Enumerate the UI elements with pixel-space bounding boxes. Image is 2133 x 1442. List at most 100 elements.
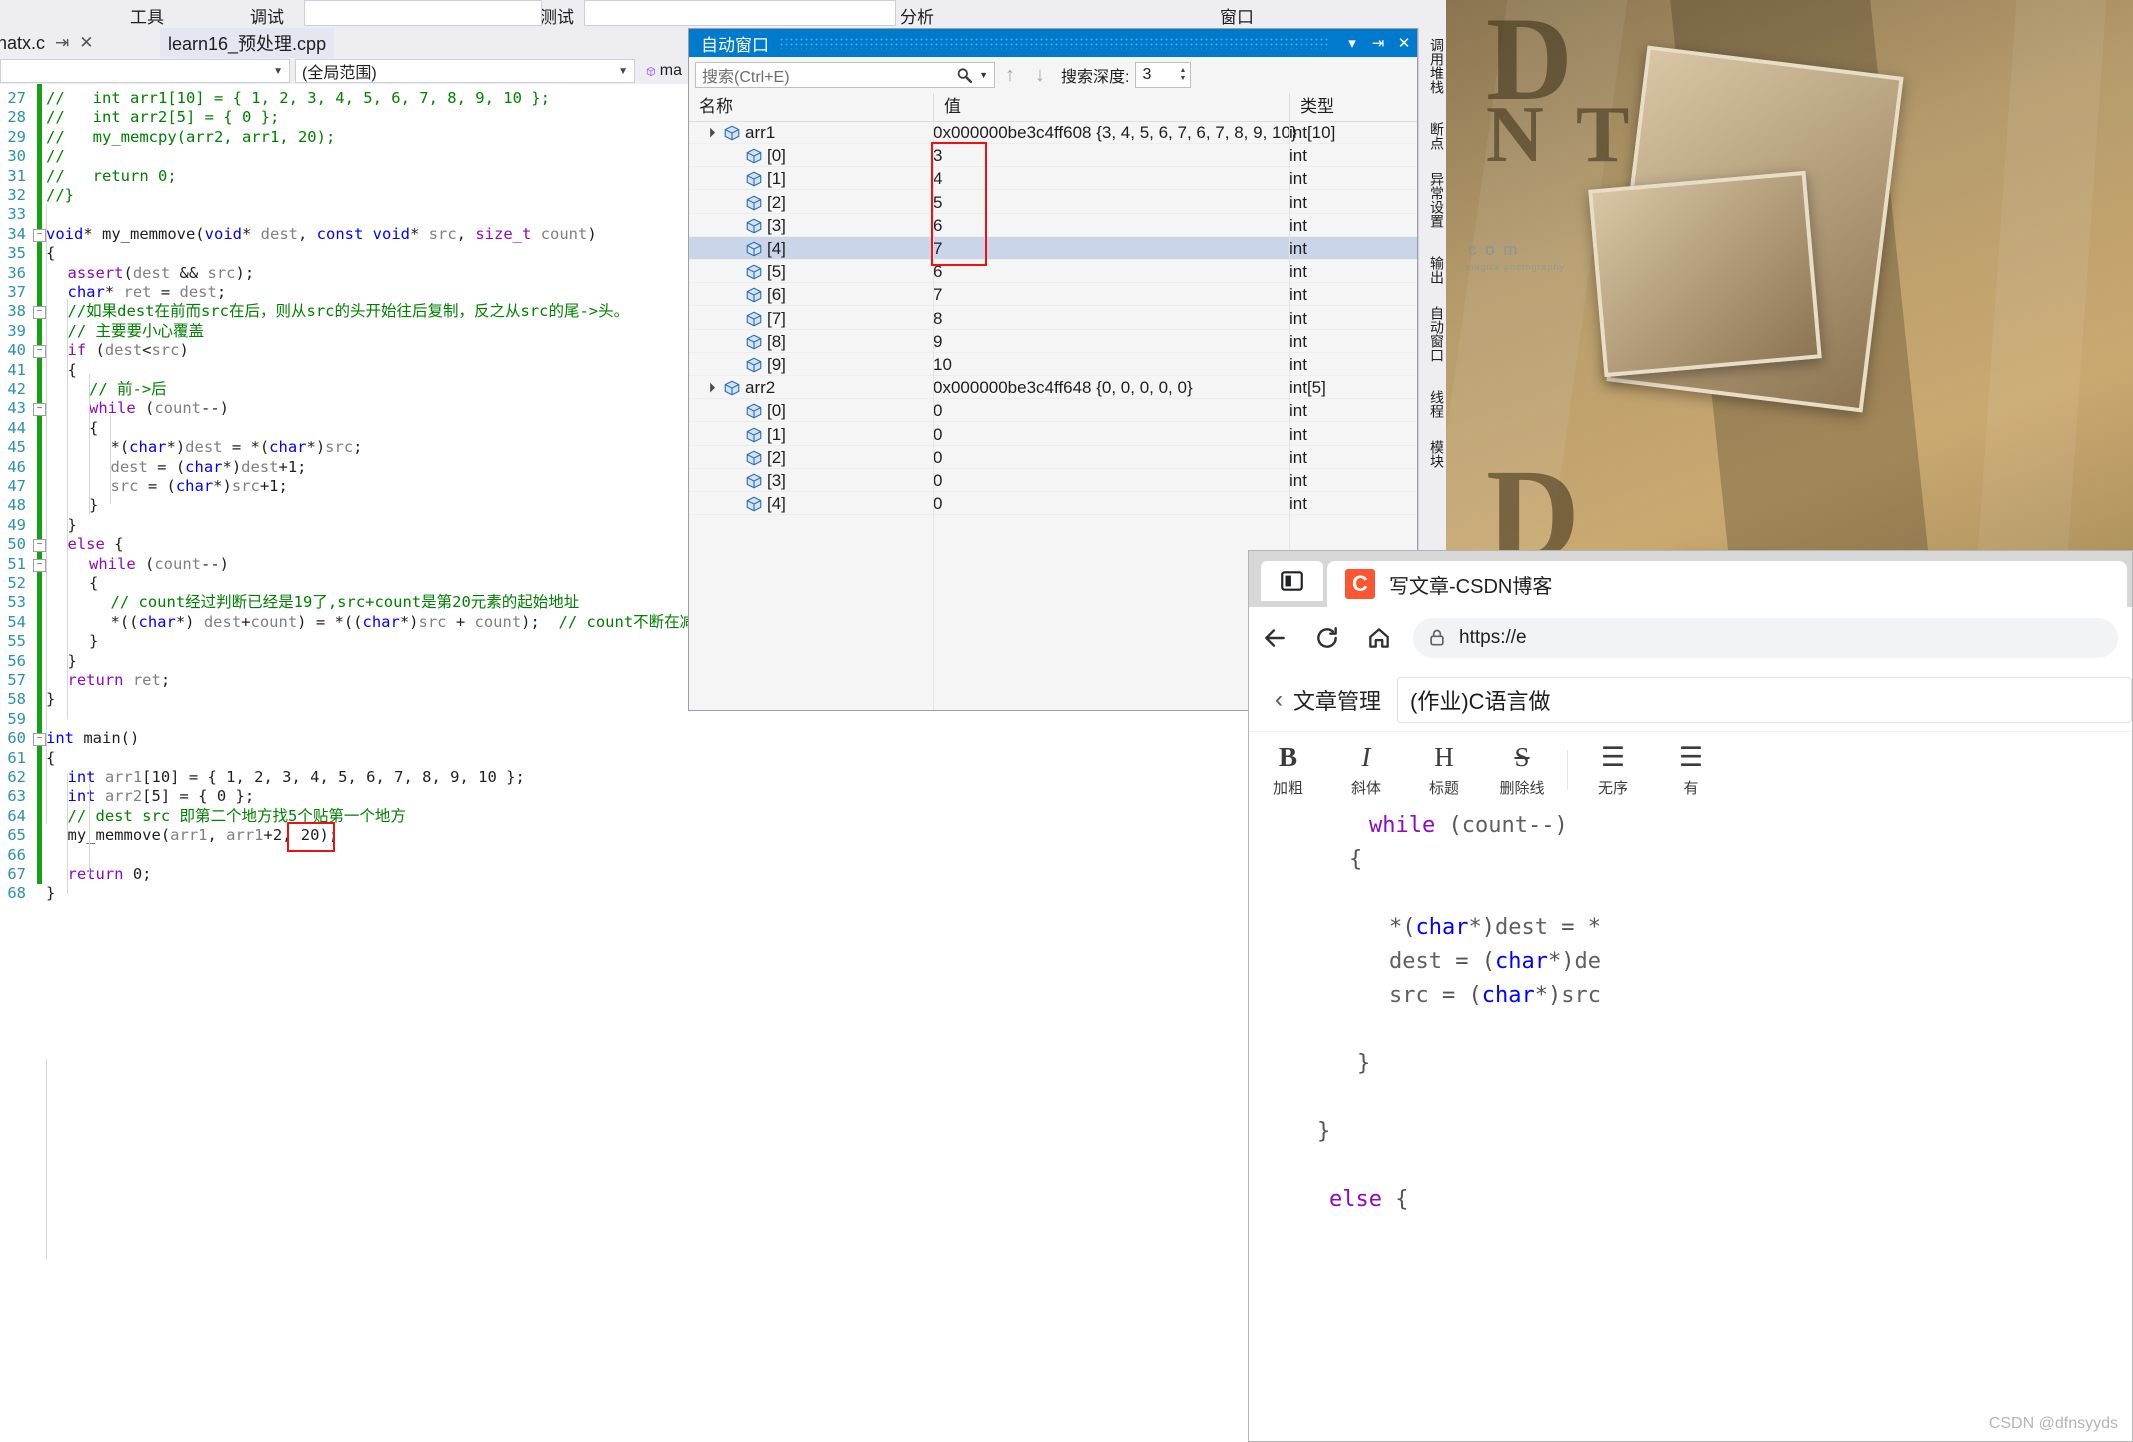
drag-grip[interactable] (779, 37, 1329, 49)
arrow-up-icon[interactable]: ↑ (995, 64, 1025, 87)
code-line[interactable]: } (46, 652, 77, 671)
code-line[interactable]: } (46, 516, 77, 535)
tool-tab-模块[interactable]: 模块 (1419, 436, 1447, 472)
code-line[interactable]: // int arr1[10] = { 1, 2, 3, 4, 5, 6, 7,… (46, 89, 550, 108)
autos-row[interactable]: [2] 5 int (689, 191, 1417, 214)
article-manage-link[interactable]: 文章管理 (1293, 684, 1381, 716)
autos-row[interactable]: [9] 10 int (689, 353, 1417, 376)
fold-toggle[interactable]: − (33, 733, 46, 747)
column-header-value[interactable]: 值 (933, 93, 1289, 121)
variable-value[interactable]: 0 (933, 399, 942, 422)
symbol-dropdown[interactable]: ma (640, 59, 688, 83)
close-icon[interactable]: ✕ (1391, 30, 1417, 56)
editor-code-line[interactable]: { (1249, 847, 1362, 872)
fold-toggle[interactable]: − (33, 306, 46, 320)
variable-value[interactable]: 8 (933, 307, 942, 330)
code-line[interactable]: } (46, 632, 98, 651)
autos-row[interactable]: [1] 4 int (689, 167, 1417, 191)
editor-code-line[interactable]: } (1249, 1051, 1370, 1076)
code-line[interactable]: // int arr2[5] = { 0 }; (46, 108, 279, 127)
csdn-markdown-editor[interactable]: while (count--){*(char*)dest = * dest = (… (1249, 809, 2132, 1441)
fold-toggle[interactable]: − (33, 558, 46, 572)
variable-value[interactable]: 6 (933, 260, 942, 283)
expander-toggle[interactable]: ◢ (697, 375, 723, 401)
code-line[interactable]: *(char*)dest = *(char*)src; (46, 438, 363, 457)
stepper-up-icon[interactable]: ▲ (1180, 67, 1187, 75)
autos-row[interactable]: ◢ arr1 0x000000be3c4ff608 {3, 4, 5, 6, 7, … (689, 121, 1417, 144)
code-line[interactable]: while (count--) (46, 555, 229, 574)
browser-window[interactable]: C 写文章-CSDN博客 https://e ‹ 文章管理 (作业)C语言做 B… (1248, 550, 2133, 1442)
autos-row[interactable]: [4] 7 int (689, 237, 1417, 260)
code-line[interactable]: } (46, 884, 55, 903)
variable-value[interactable]: 0 (933, 446, 942, 469)
code-line[interactable]: // return 0; (46, 167, 177, 186)
toolbar-label[interactable]: 窗口 (1220, 3, 1254, 28)
arrow-left-icon[interactable] (1249, 612, 1301, 664)
autos-row[interactable]: [2] 0 int (689, 446, 1417, 469)
editor-code-line[interactable]: dest = (char*)de (1249, 949, 1601, 974)
toolbar-combo[interactable] (584, 0, 896, 26)
code-line[interactable]: //如果dest在前而src在后，则从src的头开始往后复制，反之从src的尾-… (46, 302, 630, 321)
toolbar-label[interactable]: 分析 (900, 3, 934, 28)
tool-tab-自动窗口[interactable]: 自动窗口 (1419, 302, 1447, 366)
chevron-left-icon[interactable]: ‹ (1275, 686, 1283, 714)
code-line[interactable]: // my_memcpy(arr2, arr1, 20); (46, 128, 335, 147)
close-icon[interactable]: ✕ (79, 33, 93, 53)
toolbar-label[interactable]: 调试 (250, 3, 284, 28)
editor-code-line[interactable]: } (1249, 1119, 1330, 1144)
search-icon[interactable] (956, 67, 973, 84)
scope-dropdown[interactable]: ▼ (0, 59, 290, 83)
dropdown-icon[interactable]: ▾ (1339, 30, 1365, 56)
variable-value[interactable]: 7 (933, 283, 942, 306)
code-line[interactable]: else { (46, 535, 124, 554)
code-line[interactable]: { (46, 361, 77, 380)
tool-tab-输出[interactable]: 输出 (1419, 252, 1447, 288)
code-line[interactable]: dest = (char*)dest+1; (46, 458, 307, 477)
code-line[interactable]: { (46, 574, 98, 593)
column-header-type[interactable]: 类型 (1289, 93, 1417, 121)
variable-value[interactable]: 4 (933, 167, 942, 190)
code-line[interactable]: { (46, 749, 55, 768)
member-dropdown[interactable]: (全局范围) ▼ (295, 59, 635, 83)
code-line[interactable]: return 0; (46, 865, 152, 884)
sidepanel-icon[interactable] (1261, 561, 1323, 601)
tool-tab-调用堆栈[interactable]: 调用堆栈 (1419, 34, 1447, 98)
variable-value[interactable]: 9 (933, 330, 942, 353)
code-line[interactable]: int arr1[10] = { 1, 2, 3, 4, 5, 6, 7, 8,… (46, 768, 525, 787)
address-bar[interactable]: https://e (1413, 618, 2118, 658)
toolbar-label[interactable]: 测试 (540, 3, 574, 28)
column-header-name[interactable]: 名称 (689, 93, 933, 121)
autos-row[interactable]: [3] 6 int (689, 214, 1417, 237)
reload-icon[interactable] (1301, 612, 1353, 664)
arrow-down-icon[interactable]: ↓ (1025, 64, 1055, 87)
strikethrough-button[interactable]: S 删除线 (1483, 731, 1561, 809)
code-line[interactable]: } (46, 690, 55, 709)
code-line[interactable]: src = (char*)src+1; (46, 477, 288, 496)
variable-value[interactable]: 3 (933, 144, 942, 167)
toolbar-label[interactable]: 工具 (130, 3, 164, 28)
autos-row[interactable]: [0] 0 int (689, 399, 1417, 423)
code-line[interactable]: while (count--) (46, 399, 229, 418)
code-line[interactable]: char* ret = dest; (46, 283, 227, 302)
autos-row[interactable]: [0] 3 int (689, 144, 1417, 168)
code-line[interactable]: // dest src 即第二个地方找5个贴第一个地方 (46, 807, 406, 826)
home-icon[interactable] (1353, 612, 1405, 664)
fold-toggle[interactable]: − (33, 228, 46, 242)
tool-tab-断点[interactable]: 断点 (1419, 118, 1447, 154)
variable-value[interactable]: 10 (933, 353, 952, 376)
variable-value[interactable]: 5 (933, 191, 942, 214)
variable-value[interactable]: 6 (933, 214, 942, 237)
variable-value[interactable]: 7 (933, 237, 942, 260)
autos-row[interactable]: [7] 8 int (689, 307, 1417, 330)
code-line[interactable]: // 前->后 (46, 380, 167, 399)
code-editor[interactable]: 27// int arr1[10] = { 1, 2, 3, 4, 5, 6, … (0, 84, 688, 1442)
article-title-input[interactable]: (作业)C语言做 (1397, 677, 2132, 723)
editor-code-line[interactable]: else { (1249, 1187, 1408, 1212)
fold-toggle[interactable]: − (33, 403, 46, 417)
code-line[interactable]: *((char*) dest+count) = *((char*)src + c… (46, 613, 689, 632)
bold-button[interactable]: B 加粗 (1249, 731, 1327, 809)
heading-button[interactable]: H 标题 (1405, 731, 1483, 809)
browser-page-content[interactable]: ‹ 文章管理 (作业)C语言做 B 加粗 I 斜体 H 标题 S 删除线 ☰ 无序 ☰ 有 while… (1249, 669, 2132, 1441)
autos-row[interactable]: [3] 0 int (689, 469, 1417, 492)
stepper-down-icon[interactable]: ▼ (1180, 75, 1187, 83)
